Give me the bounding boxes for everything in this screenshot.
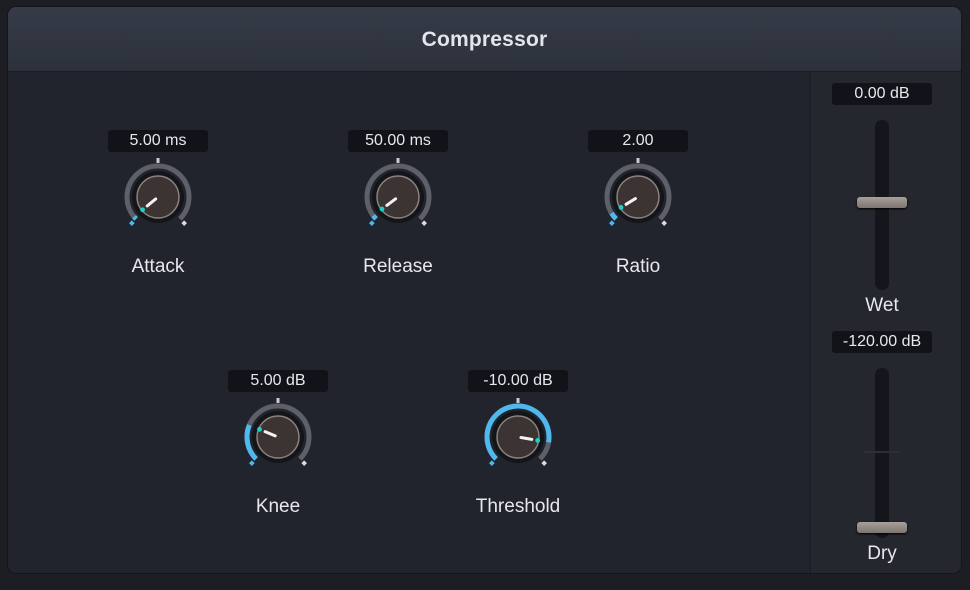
knee-knob-group: 5.00 dB Knee [208,370,348,530]
title-bar: Compressor [8,7,961,72]
dry-value-display[interactable]: -120.00 dB [832,331,932,353]
ratio-knob-center-tick [636,158,640,163]
release-knob-body [376,175,420,219]
wet-value-display[interactable]: 0.00 dB [832,83,932,105]
ratio-value-display[interactable]: 2.00 [588,130,688,152]
ratio-knob-min-tick [609,220,615,226]
threshold-knob[interactable] [478,395,558,475]
knee-knob-max-tick [301,460,307,466]
attack-knob-group: 5.00 ms Attack [88,130,228,290]
ratio-knob[interactable] [598,155,678,235]
release-knob-indicator-dot [379,206,385,212]
knee-label: Knee [255,496,301,517]
ratio-knob-indicator-dot [618,205,624,210]
release-knob-min-tick [369,220,375,226]
threshold-knob-center-tick [516,398,520,403]
attack-label: Attack [131,256,185,277]
release-knob[interactable] [358,155,438,235]
threshold-value-display[interactable]: -10.00 dB [468,370,568,392]
threshold-label: Threshold [475,496,561,517]
threshold-knob-pointer [519,436,534,441]
threshold-knob-body [496,415,540,459]
attack-knob-center-tick [156,158,160,163]
attack-value-display[interactable]: 5.00 ms [108,130,208,152]
attack-knob-indicator-dot [140,207,145,213]
wet-slider-thumb[interactable] [857,196,907,208]
ratio-knob-value-arc [609,211,618,221]
release-value-display[interactable]: 50.00 ms [348,130,448,152]
ratio-label: Ratio [615,256,661,277]
knee-knob[interactable] [238,395,318,475]
attack-knob-max-tick [181,220,187,226]
knee-value-display[interactable]: 5.00 dB [228,370,328,392]
release-label: Release [363,256,433,277]
dry-slider-center-mark [864,451,900,453]
knee-knob-body [256,415,300,459]
ratio-knob-max-tick [661,220,667,226]
attack-knob[interactable] [118,155,198,235]
release-knob-group: 50.00 ms Release [328,130,468,290]
attack-knob-value-arc [132,215,138,221]
knob-area: 5.00 ms Attack 50.00 ms Release 2.00 Rat… [8,72,809,573]
threshold-knob-indicator-dot [535,438,541,443]
panel-title: Compressor [421,28,548,51]
dry-slider-thumb[interactable] [857,521,907,533]
wet-label: Wet [865,295,899,316]
output-section: 0.00 dB Wet -120.00 dB Dry [809,72,961,573]
compressor-panel: Compressor 5.00 ms Attack 50.00 ms Relea… [8,7,961,573]
threshold-knob-group: -10.00 dB Threshold [448,370,588,530]
dry-label: Dry [867,543,897,564]
knee-knob-min-tick [249,460,255,466]
attack-knob-min-tick [129,220,135,226]
ratio-knob-group: 2.00 Ratio [568,130,708,290]
release-knob-center-tick [396,158,400,163]
threshold-knob-max-tick [541,460,547,466]
release-knob-value-arc [371,214,378,221]
release-knob-max-tick [421,220,427,226]
knee-knob-indicator-dot [257,426,262,432]
dry-slider-track[interactable] [875,368,889,538]
ratio-knob-body [616,175,660,219]
dry-slider-group: -120.00 dB Dry [822,331,942,571]
knee-knob-center-tick [276,398,280,403]
threshold-knob-min-tick [489,460,495,466]
wet-slider-group: 0.00 dB Wet [822,83,942,323]
